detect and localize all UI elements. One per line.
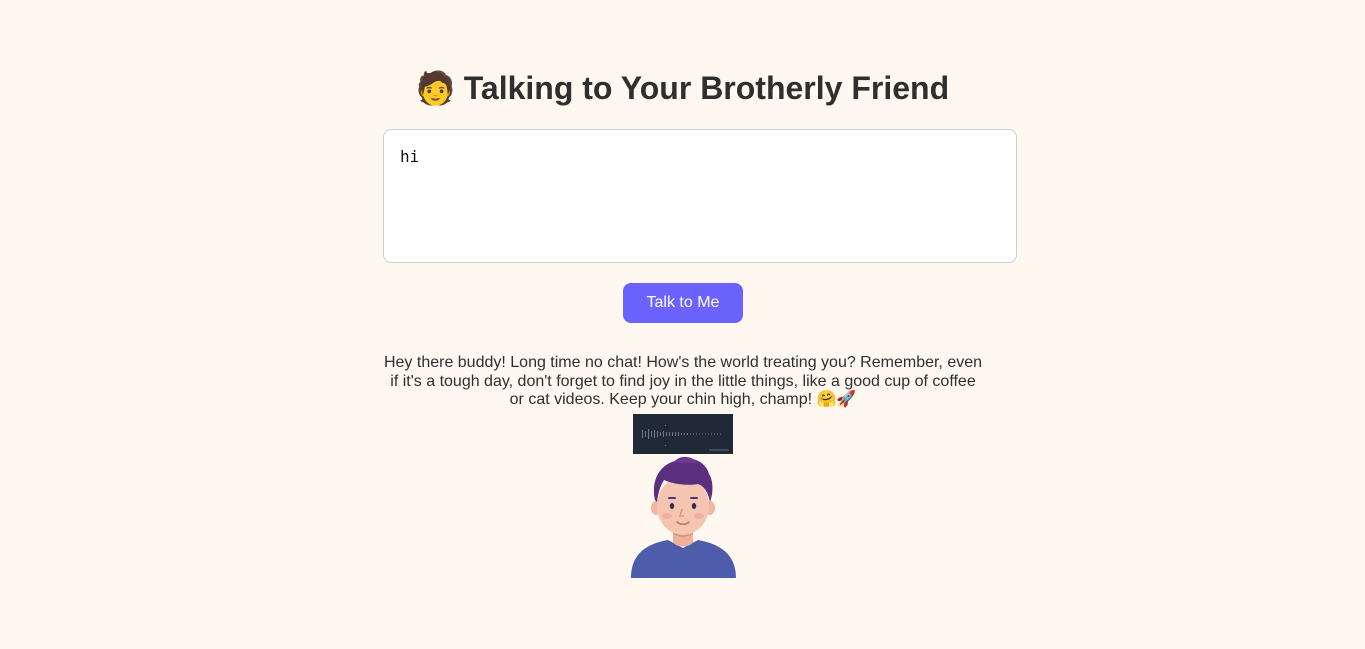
person-emoji-icon: 🧑 xyxy=(415,70,456,106)
response-text: Hey there buddy! Long time no chat! How'… xyxy=(383,354,983,408)
message-input[interactable]: hi xyxy=(383,129,1017,263)
friend-avatar-icon xyxy=(628,456,738,578)
page-title-text: Talking to Your Brotherly Friend xyxy=(463,70,950,106)
audio-waveform-graphic xyxy=(633,414,733,454)
page-title: 🧑 Talking to Your Brotherly Friend xyxy=(0,67,1365,109)
audio-waveform-icon[interactable] xyxy=(633,414,733,454)
talk-to-me-button[interactable]: Talk to Me xyxy=(623,283,743,323)
app-page: 🧑 Talking to Your Brotherly Friend hi Tal… xyxy=(0,0,1365,649)
avatar-illustration xyxy=(631,456,736,578)
